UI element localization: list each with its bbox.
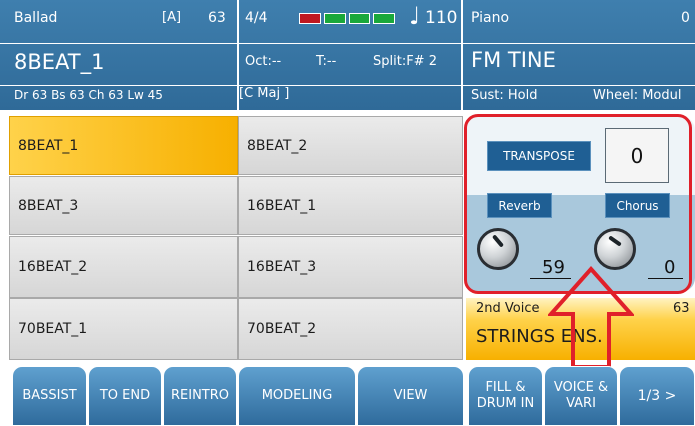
split-readout: Split:F# 2 <box>373 54 437 69</box>
button-label: BASSIST <box>22 388 77 403</box>
variation-tag: [A] <box>162 10 182 25</box>
quarter-note-icon: ♩ <box>409 2 421 30</box>
style-cell-label: 16BEAT_2 <box>18 259 88 275</box>
style-cell-label: 70BEAT_1 <box>18 321 88 337</box>
voice-header[interactable]: Piano 0 FM TINE Sust: Hold Wheel: Modul <box>463 0 695 110</box>
tempo-header[interactable]: 4/4 ♩ 110 Oct:-- T:-- Split:F# 2 [C Maj … <box>239 0 463 110</box>
voice-name: FM TINE <box>471 48 556 72</box>
wheel-readout: Wheel: Modul <box>593 88 682 103</box>
header-divider <box>0 85 695 86</box>
style-cell-label: 8BEAT_2 <box>247 137 308 154</box>
octave-readout: Oct:-- <box>245 54 282 69</box>
style-name: 8BEAT_1 <box>14 50 105 74</box>
style-cell-8beat-2[interactable]: 8BEAT_2 <box>238 116 463 175</box>
style-cell-8beat-1[interactable]: 8BEAT_1 <box>9 116 238 175</box>
tempo-value: 110 <box>425 8 458 28</box>
header-divider <box>461 0 463 110</box>
style-volume: 63 <box>208 10 226 26</box>
style-cell-16beat-3[interactable]: 16BEAT_3 <box>238 236 463 298</box>
voice-number: 0 <box>681 10 690 26</box>
button-label: 1/3 > <box>637 388 677 404</box>
style-cell-label: 8BEAT_3 <box>18 197 79 214</box>
to-end-button[interactable]: TO END <box>88 366 162 426</box>
bassist-button[interactable]: BASSIST <box>12 366 87 426</box>
sustain-readout: Sust: Hold <box>471 88 538 103</box>
voice-category: Piano <box>471 10 510 26</box>
header-divider <box>0 43 695 44</box>
button-label: VOICE & VARI <box>553 380 609 411</box>
style-cell-70beat-1[interactable]: 70BEAT_1 <box>9 298 238 360</box>
second-voice-volume: 63 <box>673 301 690 316</box>
button-label: VIEW <box>393 388 428 403</box>
button-label: REINTRO <box>170 388 229 403</box>
button-label: MODELING <box>261 388 333 403</box>
style-cell-label: 16BEAT_1 <box>247 197 317 214</box>
beat-light-1 <box>299 13 321 24</box>
style-cell-label: 70BEAT_2 <box>247 321 317 337</box>
time-signature: 4/4 <box>245 10 268 26</box>
second-voice-label: 2nd Voice <box>476 301 540 316</box>
chord-readout: [C Maj ] <box>239 86 290 101</box>
style-part-volumes: Dr 63 Bs 63 Ch 63 Lw 45 <box>14 88 163 102</box>
page-next-button[interactable]: 1/3 > <box>619 366 695 426</box>
beat-light-3 <box>348 13 371 24</box>
beat-light-2 <box>323 13 346 24</box>
style-cell-16beat-1[interactable]: 16BEAT_1 <box>238 176 463 235</box>
header-divider <box>237 0 239 110</box>
view-button[interactable]: VIEW <box>357 366 464 426</box>
fill-drum-in-button[interactable]: FILL & DRUM IN <box>468 366 543 426</box>
style-header[interactable]: Ballad [A] 63 8BEAT_1 Dr 63 Bs 63 Ch 63 … <box>0 0 239 110</box>
style-cell-label: 8BEAT_1 <box>18 137 79 154</box>
style-category: Ballad <box>14 10 58 26</box>
style-cell-label: 16BEAT_3 <box>247 259 317 275</box>
beat-indicator <box>299 13 395 24</box>
style-cell-70beat-2[interactable]: 70BEAT_2 <box>238 298 463 360</box>
transpose-readout: T:-- <box>316 54 337 69</box>
style-cell-8beat-3[interactable]: 8BEAT_3 <box>9 176 238 235</box>
modeling-button[interactable]: MODELING <box>238 366 356 426</box>
voice-vari-button[interactable]: VOICE & VARI <box>544 366 618 426</box>
reintro-button[interactable]: REINTRO <box>163 366 237 426</box>
button-label: TO END <box>99 388 151 403</box>
up-arrow-icon <box>548 266 634 369</box>
button-label: FILL & DRUM IN <box>476 380 535 411</box>
style-cell-16beat-2[interactable]: 16BEAT_2 <box>9 236 238 298</box>
beat-light-4 <box>373 13 395 24</box>
